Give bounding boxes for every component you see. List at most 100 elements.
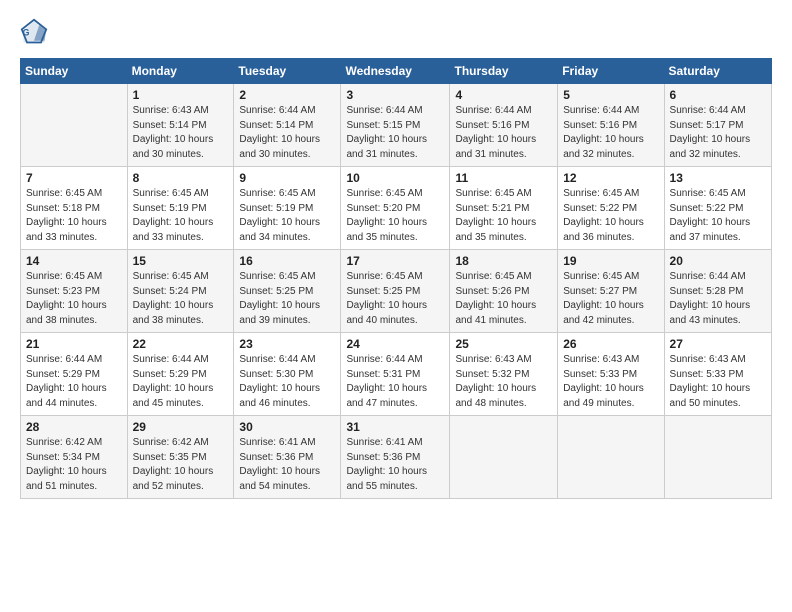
day-info: Sunrise: 6:45 AM Sunset: 5:26 PM Dayligh… [455,270,552,328]
day-info: Sunrise: 6:41 AM Sunset: 5:36 PM Dayligh… [239,436,335,494]
calendar-cell [664,416,771,499]
day-info: Sunrise: 6:45 AM Sunset: 5:19 PM Dayligh… [133,187,229,245]
day-number: 22 [133,337,229,351]
day-number: 13 [670,171,766,185]
day-info: Sunrise: 6:42 AM Sunset: 5:35 PM Dayligh… [133,436,229,494]
day-number: 10 [346,171,444,185]
calendar-cell: 19Sunrise: 6:45 AM Sunset: 5:27 PM Dayli… [558,250,664,333]
day-number: 21 [26,337,122,351]
day-info: Sunrise: 6:44 AM Sunset: 5:30 PM Dayligh… [239,353,335,411]
calendar-cell: 10 Sunrise: 6:45 AM Sunset: 5:20 PM Dayli… [341,167,450,250]
day-number: 19 [563,254,658,268]
calendar-cell: 9 Sunrise: 6:45 AM Sunset: 5:19 PM Daylig… [234,167,341,250]
day-info: Sunrise: 6:45 AM Sunset: 5:21 PM Dayligh… [455,187,552,245]
day-info: Sunrise: 6:41 AM Sunset: 5:36 PM Dayligh… [346,436,444,494]
day-info: Sunrise: 6:43 AM Sunset: 5:14 PM Dayligh… [133,104,229,162]
calendar-cell [450,416,558,499]
calendar-cell [558,416,664,499]
calendar-cell: 12 Sunrise: 6:45 AM Sunset: 5:22 PM Dayli… [558,167,664,250]
day-number: 7 [26,171,122,185]
day-info: Sunrise: 6:44 AM Sunset: 5:16 PM Dayligh… [563,104,658,162]
col-header-saturday: Saturday [664,59,771,84]
calendar-table: SundayMondayTuesdayWednesdayThursdayFrid… [20,58,772,499]
day-info: Sunrise: 6:44 AM Sunset: 5:16 PM Dayligh… [455,104,552,162]
day-info: Sunrise: 6:44 AM Sunset: 5:28 PM Dayligh… [670,270,766,328]
day-number: 5 [563,88,658,102]
day-info: Sunrise: 6:45 AM Sunset: 5:25 PM Dayligh… [239,270,335,328]
day-number: 3 [346,88,444,102]
calendar-cell: 13 Sunrise: 6:45 AM Sunset: 5:22 PM Dayli… [664,167,771,250]
calendar-cell: 17Sunrise: 6:45 AM Sunset: 5:25 PM Dayli… [341,250,450,333]
calendar-cell: 1 Sunrise: 6:43 AM Sunset: 5:14 PM Daylig… [127,84,234,167]
calendar-cell: 22 Sunrise: 6:44 AM Sunset: 5:29 PM Dayli… [127,333,234,416]
day-number: 20 [670,254,766,268]
day-number: 26 [563,337,658,351]
col-header-tuesday: Tuesday [234,59,341,84]
col-header-thursday: Thursday [450,59,558,84]
day-number: 27 [670,337,766,351]
day-info: Sunrise: 6:43 AM Sunset: 5:33 PM Dayligh… [670,353,766,411]
calendar-cell: 24 Sunrise: 6:44 AM Sunset: 5:31 PM Dayli… [341,333,450,416]
day-number: 23 [239,337,335,351]
day-info: Sunrise: 6:45 AM Sunset: 5:22 PM Dayligh… [670,187,766,245]
day-number: 30 [239,420,335,434]
day-info: Sunrise: 6:44 AM Sunset: 5:29 PM Dayligh… [133,353,229,411]
day-number: 2 [239,88,335,102]
page: G SundayMondayTuesdayWednesdayThursdayFr… [0,0,792,509]
calendar-row: 7 Sunrise: 6:45 AM Sunset: 5:18 PM Daylig… [21,167,772,250]
calendar-cell: 5 Sunrise: 6:44 AM Sunset: 5:16 PM Daylig… [558,84,664,167]
calendar-cell: 15 Sunrise: 6:45 AM Sunset: 5:24 PM Dayli… [127,250,234,333]
day-info: Sunrise: 6:45 AM Sunset: 5:25 PM Dayligh… [346,270,444,328]
day-info: Sunrise: 6:42 AM Sunset: 5:34 PM Dayligh… [26,436,122,494]
col-header-sunday: Sunday [21,59,128,84]
calendar-cell: 6 Sunrise: 6:44 AM Sunset: 5:17 PM Daylig… [664,84,771,167]
calendar-cell: 25Sunrise: 6:43 AM Sunset: 5:32 PM Dayli… [450,333,558,416]
calendar-row: 1 Sunrise: 6:43 AM Sunset: 5:14 PM Daylig… [21,84,772,167]
calendar-cell: 21 Sunrise: 6:44 AM Sunset: 5:29 PM Dayli… [21,333,128,416]
col-header-monday: Monday [127,59,234,84]
calendar-row: 28 Sunrise: 6:42 AM Sunset: 5:34 PM Dayli… [21,416,772,499]
day-number: 9 [239,171,335,185]
day-number: 1 [133,88,229,102]
day-info: Sunrise: 6:45 AM Sunset: 5:24 PM Dayligh… [133,270,229,328]
calendar-row: 14Sunrise: 6:45 AM Sunset: 5:23 PM Dayli… [21,250,772,333]
day-number: 12 [563,171,658,185]
day-info: Sunrise: 6:44 AM Sunset: 5:15 PM Dayligh… [346,104,444,162]
calendar-cell: 26Sunrise: 6:43 AM Sunset: 5:33 PM Dayli… [558,333,664,416]
day-number: 8 [133,171,229,185]
svg-text:G: G [23,28,30,38]
day-number: 16 [239,254,335,268]
logo-icon: G [20,18,48,46]
day-number: 28 [26,420,122,434]
calendar-cell: 18 Sunrise: 6:45 AM Sunset: 5:26 PM Dayli… [450,250,558,333]
calendar-row: 21 Sunrise: 6:44 AM Sunset: 5:29 PM Dayli… [21,333,772,416]
day-info: Sunrise: 6:44 AM Sunset: 5:17 PM Dayligh… [670,104,766,162]
calendar-cell: 20 Sunrise: 6:44 AM Sunset: 5:28 PM Dayli… [664,250,771,333]
day-info: Sunrise: 6:44 AM Sunset: 5:29 PM Dayligh… [26,353,122,411]
day-info: Sunrise: 6:45 AM Sunset: 5:22 PM Dayligh… [563,187,658,245]
day-number: 25 [455,337,552,351]
calendar-cell: 3 Sunrise: 6:44 AM Sunset: 5:15 PM Daylig… [341,84,450,167]
day-number: 4 [455,88,552,102]
day-number: 29 [133,420,229,434]
calendar-cell: 2 Sunrise: 6:44 AM Sunset: 5:14 PM Daylig… [234,84,341,167]
day-info: Sunrise: 6:45 AM Sunset: 5:19 PM Dayligh… [239,187,335,245]
day-number: 31 [346,420,444,434]
day-info: Sunrise: 6:45 AM Sunset: 5:20 PM Dayligh… [346,187,444,245]
day-info: Sunrise: 6:45 AM Sunset: 5:18 PM Dayligh… [26,187,122,245]
calendar-cell: 14Sunrise: 6:45 AM Sunset: 5:23 PM Dayli… [21,250,128,333]
day-info: Sunrise: 6:44 AM Sunset: 5:14 PM Dayligh… [239,104,335,162]
calendar-cell: 11Sunrise: 6:45 AM Sunset: 5:21 PM Dayli… [450,167,558,250]
calendar-cell: 27 Sunrise: 6:43 AM Sunset: 5:33 PM Dayli… [664,333,771,416]
calendar-cell: 30 Sunrise: 6:41 AM Sunset: 5:36 PM Dayli… [234,416,341,499]
calendar-cell: 7 Sunrise: 6:45 AM Sunset: 5:18 PM Daylig… [21,167,128,250]
header: G [20,18,772,46]
day-number: 24 [346,337,444,351]
calendar-cell: 29 Sunrise: 6:42 AM Sunset: 5:35 PM Dayli… [127,416,234,499]
day-info: Sunrise: 6:44 AM Sunset: 5:31 PM Dayligh… [346,353,444,411]
col-header-friday: Friday [558,59,664,84]
day-number: 6 [670,88,766,102]
calendar-cell: 28 Sunrise: 6:42 AM Sunset: 5:34 PM Dayli… [21,416,128,499]
day-number: 18 [455,254,552,268]
day-number: 15 [133,254,229,268]
